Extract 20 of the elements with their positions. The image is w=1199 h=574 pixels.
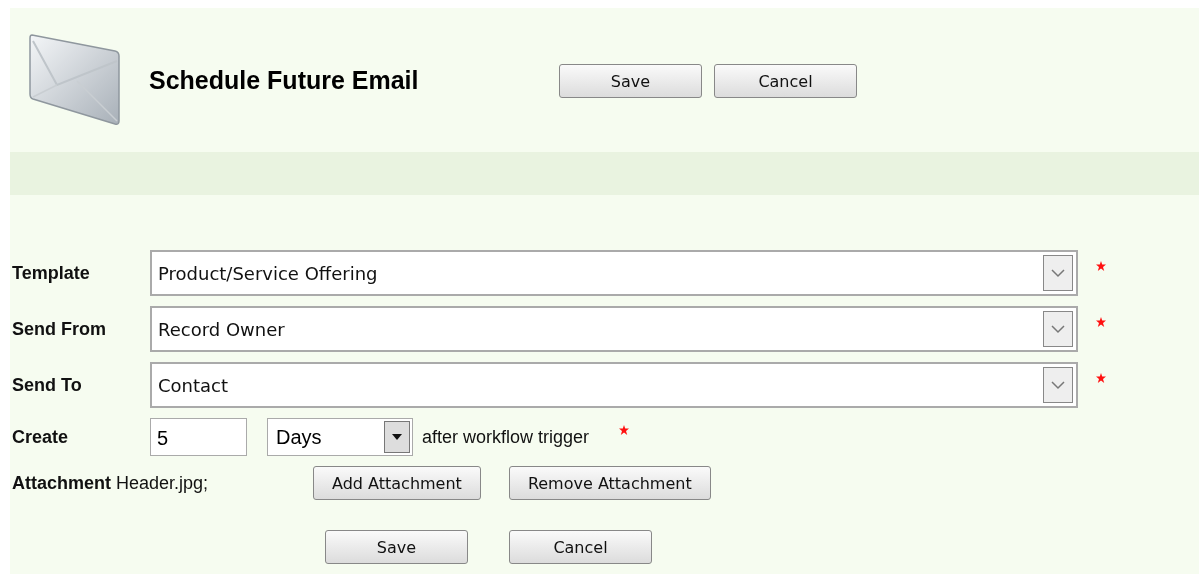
field-label: Send To	[11, 374, 83, 396]
envelope-icon	[29, 33, 121, 127]
header-button[interactable]: Save	[559, 64, 702, 98]
footer-button[interactable]: Cancel	[509, 530, 652, 564]
footer-button[interactable]: Save	[325, 530, 468, 564]
field-label: Send From	[11, 318, 107, 340]
field-hint: after workflow trigger	[422, 426, 590, 448]
field-label: Create	[11, 426, 70, 448]
unit-select[interactable]: Days	[267, 418, 413, 456]
field-label: Attachment	[11, 472, 111, 494]
select-field[interactable]: Product/Service Offering	[150, 250, 1078, 296]
header-button[interactable]: Cancel	[714, 64, 857, 98]
select-field[interactable]: Record Owner	[150, 306, 1078, 352]
select-field[interactable]: Contact	[150, 362, 1078, 408]
attachment-button[interactable]: Remove Attachment	[508, 466, 711, 500]
number-field[interactable]: 5	[150, 418, 247, 456]
field-label: Template	[11, 262, 91, 284]
attachment-name: Header.jpg;	[116, 472, 210, 494]
attachment-button[interactable]: Add Attachment	[313, 466, 481, 500]
page-title: Schedule Future Email	[149, 65, 420, 95]
